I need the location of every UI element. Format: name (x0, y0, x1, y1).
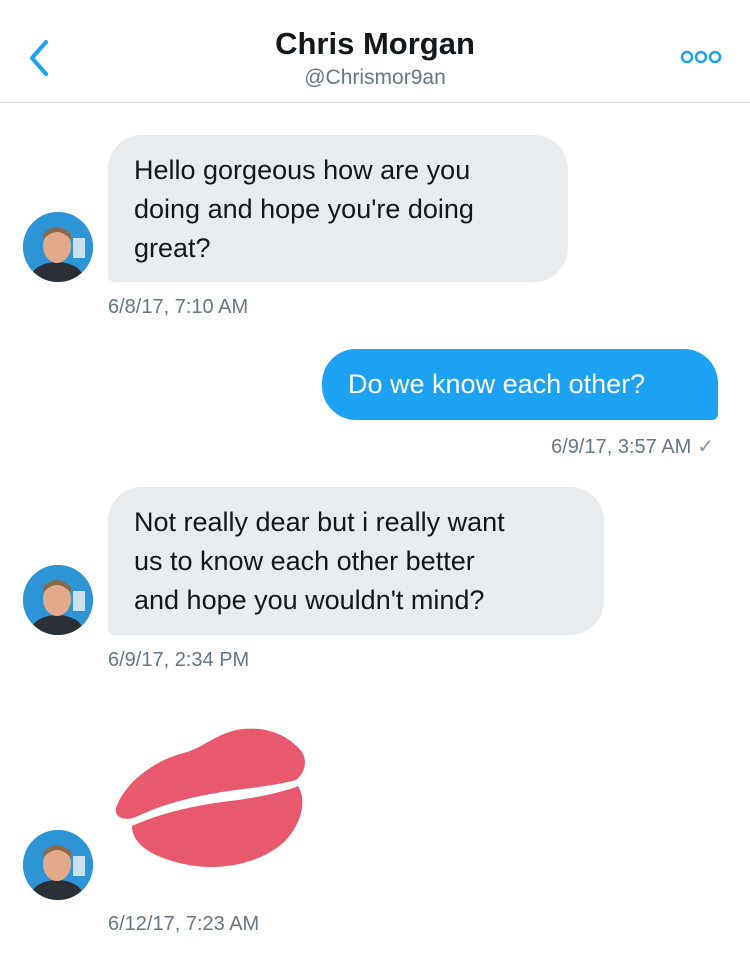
message-timestamp: 6/9/17, 2:34 PM (108, 649, 250, 671)
avatar[interactable] (23, 565, 93, 635)
message-line: us to know each other better (134, 546, 475, 576)
message-timestamp: 6/12/17, 7:23 AM (108, 913, 260, 935)
avatar-image (23, 212, 93, 282)
avatar-image (23, 565, 93, 635)
message-bubble-incoming[interactable]: Hello gorgeous how are you doing and hop… (108, 135, 568, 282)
timestamp-text: 6/9/17, 3:57 AM (551, 436, 692, 458)
avatar-image (23, 830, 93, 900)
avatar[interactable] (23, 830, 93, 900)
message-timestamp: 6/8/17, 7:10 AM (108, 296, 249, 318)
avatar[interactable] (23, 212, 93, 282)
message-line: and hope you wouldn't mind? (134, 585, 485, 615)
read-receipt-icon: ✓ (697, 436, 714, 458)
message-line: doing and hope you're doing (134, 194, 474, 224)
message-line: Not really dear but i really want (134, 507, 505, 537)
message-line: Hello gorgeous how are you (134, 155, 471, 185)
page-title: Chris Morgan (275, 26, 475, 61)
message-bubble-outgoing[interactable]: Do we know each other? (322, 349, 718, 420)
message-line: Do we know each other? (348, 369, 646, 399)
kiss-mark-icon (115, 728, 305, 868)
message-timestamp: 6/9/17, 3:57 AM ✓ (551, 434, 714, 459)
conversation-title-block[interactable]: Chris Morgan @Chrismor9an (0, 24, 750, 92)
user-handle: @Chrismor9an (304, 66, 446, 89)
conversation-header: Chris Morgan @Chrismor9an (0, 0, 750, 103)
more-dots-icon (680, 50, 722, 64)
message-bubble-incoming[interactable]: Not really dear but i really want us to … (108, 487, 604, 635)
message-emoji[interactable] (108, 726, 308, 871)
message-line: great? (134, 233, 211, 263)
more-options-button[interactable] (680, 48, 722, 66)
